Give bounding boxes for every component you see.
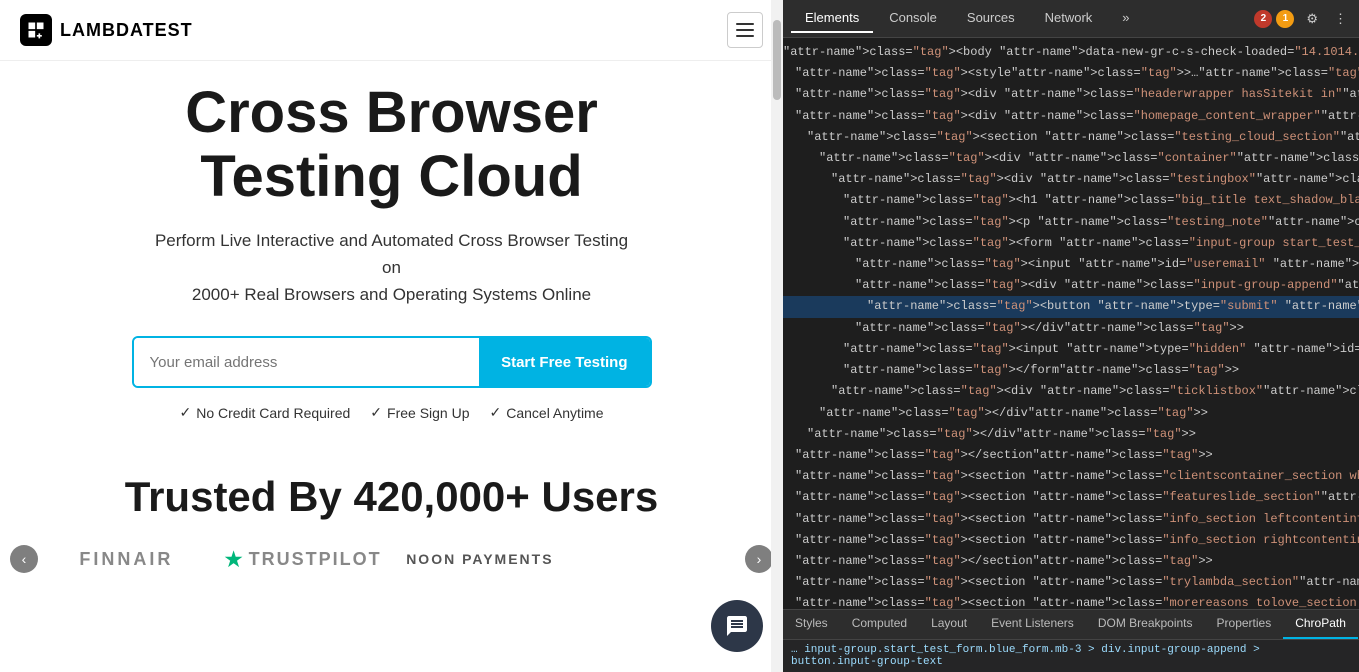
- tree-line[interactable]: "attr-name">class="tag"><div "attr-name"…: [783, 275, 1359, 296]
- brands-row: ‹ FINNAIR ★ Trustpilot noon payments ›: [0, 545, 783, 573]
- lower-tab-computed[interactable]: Computed: [840, 610, 919, 639]
- tab-more[interactable]: »: [1108, 4, 1143, 33]
- lower-tab-styles[interactable]: Styles: [783, 610, 840, 639]
- checkmark-2: ✓: [370, 404, 382, 421]
- hero-subtext: Perform Live Interactive and Automated C…: [30, 227, 753, 309]
- chat-bubble-button[interactable]: [711, 600, 763, 652]
- tab-sources[interactable]: Sources: [953, 4, 1029, 33]
- brand-noon: noon payments: [392, 551, 569, 567]
- scrollbar[interactable]: [771, 0, 783, 672]
- tree-line[interactable]: "attr-name">class="tag"><section "attr-n…: [783, 593, 1359, 609]
- tree-line[interactable]: "attr-name">class="tag"><div "attr-name"…: [783, 169, 1359, 190]
- tick-item-1: ✓ No Credit Card Required: [179, 404, 350, 421]
- trustpilot-star: ★: [225, 547, 245, 572]
- tree-line[interactable]: "attr-name">class="tag"><input "attr-nam…: [783, 254, 1359, 275]
- tree-line[interactable]: "attr-name">class="tag"><div "attr-name"…: [783, 148, 1359, 169]
- tree-line[interactable]: "attr-name">class="tag"><button "attr-na…: [783, 296, 1359, 318]
- tree-line[interactable]: "attr-name">class="tag"></div"attr-name"…: [783, 403, 1359, 424]
- checkmark-1: ✓: [179, 404, 191, 421]
- tab-console[interactable]: Console: [875, 4, 951, 33]
- scroll-thumb: [773, 20, 781, 100]
- tree-line[interactable]: "attr-name">class="tag"><section "attr-n…: [783, 530, 1359, 551]
- tree-line[interactable]: "attr-name">class="tag"><style"attr-name…: [783, 63, 1359, 84]
- brand-finnair: FINNAIR: [38, 549, 215, 570]
- hamburger-button[interactable]: [727, 12, 763, 48]
- devtools-toolbar: Elements Console Sources Network » 2 1 ⚙…: [783, 0, 1359, 38]
- tab-network[interactable]: Network: [1031, 4, 1107, 33]
- tick-label-3: Cancel Anytime: [506, 405, 603, 421]
- lower-tab-layout[interactable]: Layout: [919, 610, 979, 639]
- more-options-icon[interactable]: ⋮: [1330, 9, 1351, 29]
- devtools-lower-tabs: StylesComputedLayoutEvent ListenersDOM B…: [783, 609, 1359, 639]
- logo: LAMBDATEST: [20, 14, 193, 46]
- start-testing-button[interactable]: Start Free Testing: [479, 338, 649, 386]
- tree-line[interactable]: "attr-name">class="tag"><div "attr-name"…: [783, 106, 1359, 127]
- brand-trustpilot: ★ Trustpilot: [215, 547, 392, 572]
- trusted-section: Trusted By 420,000+ Users ‹ FINNAIR ★ Tr…: [0, 473, 783, 573]
- tree-line[interactable]: "attr-name">class="tag"><section "attr-n…: [783, 466, 1359, 487]
- devtools-panel: Elements Console Sources Network » 2 1 ⚙…: [783, 0, 1359, 672]
- checkmark-3: ✓: [490, 404, 502, 421]
- tick-item-3: ✓ Cancel Anytime: [490, 404, 604, 421]
- brands-prev-button[interactable]: ‹: [10, 545, 38, 573]
- settings-icon[interactable]: ⚙: [1302, 9, 1322, 29]
- lower-tab-dom-breakpoints[interactable]: DOM Breakpoints: [1086, 610, 1205, 639]
- brands-next-button[interactable]: ›: [745, 545, 773, 573]
- tree-line[interactable]: "attr-name">class="tag"><section "attr-n…: [783, 509, 1359, 530]
- tree-line[interactable]: "attr-name">class="tag"></section"attr-n…: [783, 551, 1359, 572]
- tree-line[interactable]: "attr-name">class="tag"><section "attr-n…: [783, 572, 1359, 593]
- lower-tab-chropath[interactable]: ChroPath: [1283, 610, 1358, 639]
- tree-line[interactable]: "attr-name">class="tag"></section"attr-n…: [783, 445, 1359, 466]
- hero-section: Cross Browser Testing Cloud Perform Live…: [0, 61, 783, 473]
- tree-line[interactable]: "attr-name">class="tag"></div"attr-name"…: [783, 318, 1359, 339]
- tree-line[interactable]: "attr-name">class="tag"><input "attr-nam…: [783, 339, 1359, 360]
- navbar: LAMBDATEST: [0, 0, 783, 61]
- error-badge: 2: [1254, 10, 1272, 28]
- tree-line[interactable]: "attr-name">class="tag"><section "attr-n…: [783, 127, 1359, 148]
- tick-list: ✓ No Credit Card Required ✓ Free Sign Up…: [30, 404, 753, 421]
- elements-tree[interactable]: "attr-name">class="tag"><body "attr-name…: [783, 38, 1359, 609]
- error-warn-group: 2 1: [1254, 10, 1294, 28]
- tree-line[interactable]: "attr-name">class="tag"><section "attr-n…: [783, 487, 1359, 508]
- logo-text: LAMBDATEST: [60, 20, 193, 41]
- lower-tab-event-listeners[interactable]: Event Listeners: [979, 610, 1086, 639]
- devtools-icons: 2 1 ⚙ ⋮: [1254, 9, 1351, 29]
- logo-icon: [20, 14, 52, 46]
- tick-label-1: No Credit Card Required: [196, 405, 350, 421]
- tree-line[interactable]: "attr-name">class="tag"><div "attr-name"…: [783, 84, 1359, 105]
- tree-line[interactable]: "attr-name">class="tag"><p "attr-name">c…: [783, 212, 1359, 233]
- warn-badge: 1: [1276, 10, 1294, 28]
- tick-label-2: Free Sign Up: [387, 405, 469, 421]
- tree-line[interactable]: "attr-name">class="tag"></div"attr-name"…: [783, 424, 1359, 445]
- lower-tab-properties[interactable]: Properties: [1205, 610, 1284, 639]
- trusted-heading: Trusted By 420,000+ Users: [0, 473, 783, 521]
- email-form: Start Free Testing: [132, 336, 652, 388]
- hero-heading: Cross Browser Testing Cloud: [30, 81, 753, 209]
- tree-line[interactable]: "attr-name">class="tag"></form"attr-name…: [783, 360, 1359, 381]
- email-input[interactable]: [134, 338, 480, 386]
- website-panel: LAMBDATEST Cross Browser Testing Cloud P…: [0, 0, 783, 672]
- tick-item-2: ✓ Free Sign Up: [370, 404, 469, 421]
- breadcrumb-path: … input-group.start_test_form.blue_form.…: [791, 644, 1260, 668]
- tree-line[interactable]: "attr-name">class="tag"><h1 "attr-name">…: [783, 190, 1359, 211]
- tree-line[interactable]: "attr-name">class="tag"><body "attr-name…: [783, 42, 1359, 63]
- tree-line[interactable]: "attr-name">class="tag"><form "attr-name…: [783, 233, 1359, 254]
- tree-line[interactable]: "attr-name">class="tag"><div "attr-name"…: [783, 381, 1359, 402]
- tab-elements[interactable]: Elements: [791, 4, 873, 33]
- devtools-breadcrumb: … input-group.start_test_form.blue_form.…: [783, 639, 1359, 672]
